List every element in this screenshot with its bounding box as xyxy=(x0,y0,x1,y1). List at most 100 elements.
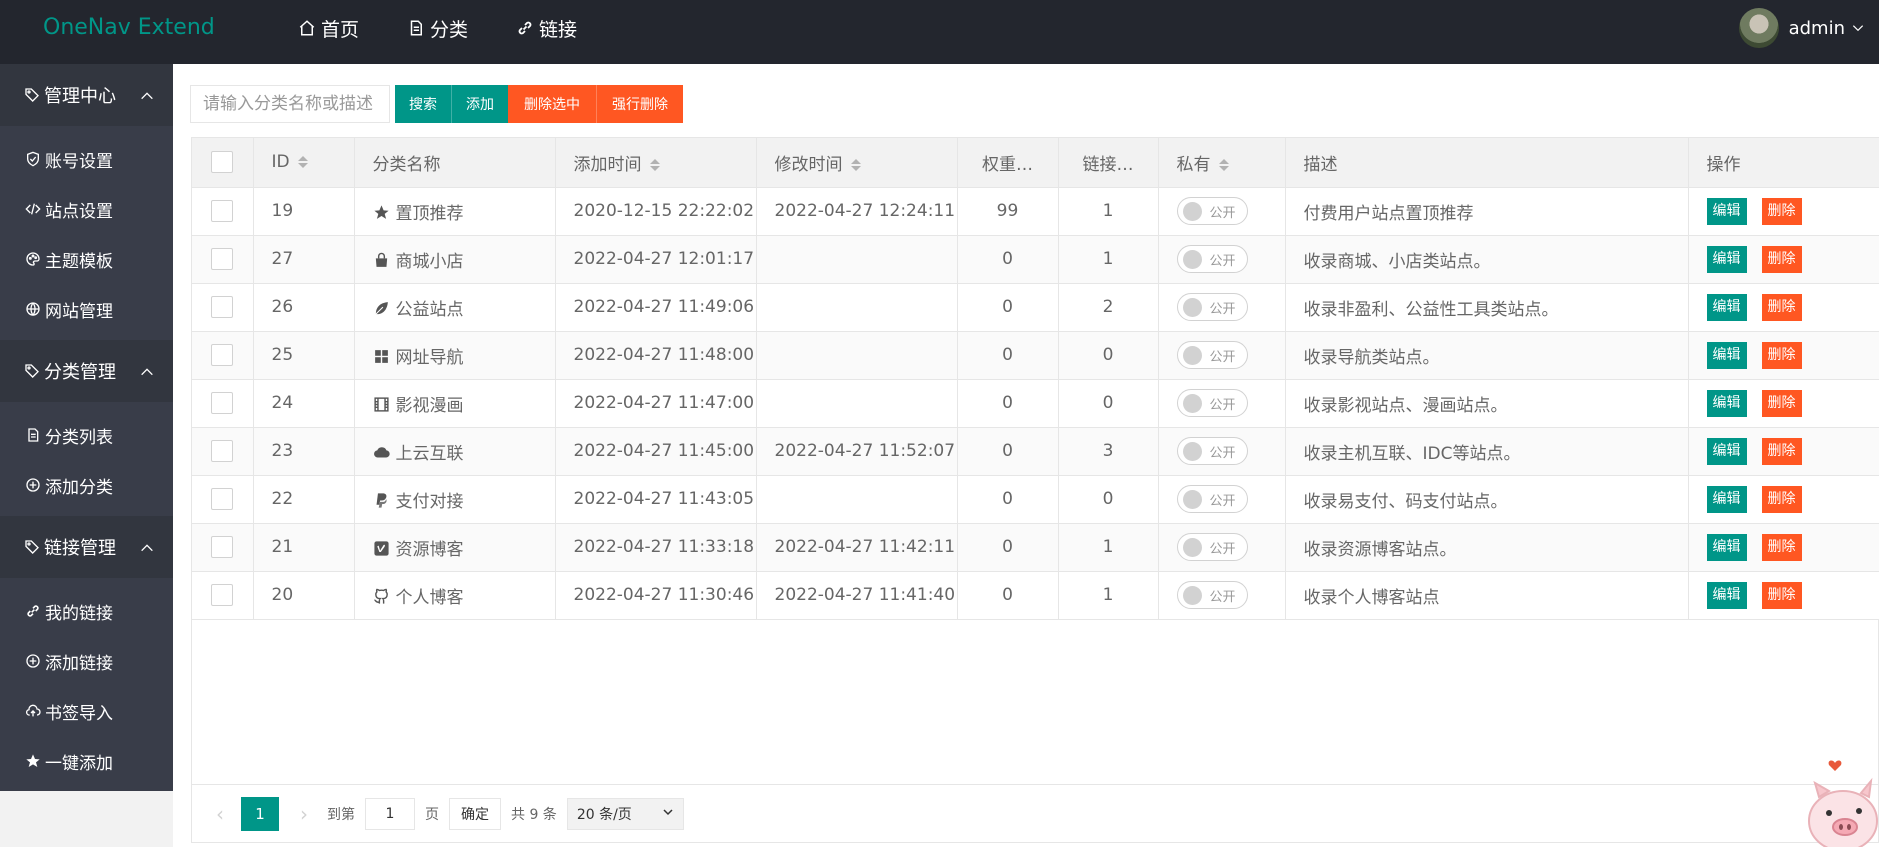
sidebar-group-category: 分类管理 分类列表 添加分类 xyxy=(0,340,173,516)
sidebar-item-site-settings[interactable]: 站点设置 xyxy=(0,184,173,234)
row-checkbox[interactable] xyxy=(211,392,234,414)
delete-button[interactable]: 删除 xyxy=(1761,533,1802,561)
sort-icon[interactable] xyxy=(297,156,308,169)
toolbar: 搜索 添加 删除选中 强行删除 xyxy=(190,85,683,123)
cell-modify-time: 2022-04-27 12:24:11 xyxy=(756,187,958,236)
delete-button[interactable]: 删除 xyxy=(1761,389,1802,417)
force-delete-button[interactable]: 强行删除 xyxy=(596,85,683,123)
header-add-time[interactable]: 添加时间 xyxy=(555,138,757,188)
edit-button[interactable]: 编辑 xyxy=(1706,245,1747,273)
delete-selected-button[interactable]: 删除选中 xyxy=(508,85,596,123)
edit-button[interactable]: 编辑 xyxy=(1706,197,1747,225)
row-checkbox[interactable] xyxy=(211,488,234,510)
sidebar-group-title-links[interactable]: 链接管理 xyxy=(0,516,173,578)
edit-button[interactable]: 编辑 xyxy=(1706,581,1747,609)
sidebar-item-add-link[interactable]: 添加链接 xyxy=(0,636,173,686)
sort-icon[interactable] xyxy=(850,158,861,171)
logo[interactable]: OneNav Extend xyxy=(43,0,215,64)
cell-ops: 编辑 删除 xyxy=(1688,331,1879,380)
delete-button[interactable]: 删除 xyxy=(1761,197,1802,225)
pig-mascot-icon[interactable] xyxy=(1783,751,1879,847)
sidebar-item-category-list[interactable]: 分类列表 xyxy=(0,410,173,460)
private-toggle[interactable]: 公开 xyxy=(1176,245,1248,273)
edit-button[interactable]: 编辑 xyxy=(1706,293,1747,321)
edit-button[interactable]: 编辑 xyxy=(1706,485,1747,513)
private-toggle[interactable]: 公开 xyxy=(1176,485,1248,513)
sidebar-group-label: 分类管理 xyxy=(44,362,116,383)
row-checkbox[interactable] xyxy=(211,584,234,606)
nav-category[interactable]: 分类 xyxy=(407,15,468,42)
sidebar-item-account[interactable]: 账号设置 xyxy=(0,134,173,184)
sidebar-item-quick-add[interactable]: 一键添加 xyxy=(0,736,173,786)
row-checkbox[interactable] xyxy=(211,344,234,366)
sort-icon[interactable] xyxy=(649,158,660,171)
sidebar-group-title-category[interactable]: 分类管理 xyxy=(0,340,173,402)
header-private[interactable]: 私有 xyxy=(1158,138,1286,188)
search-button[interactable]: 搜索 xyxy=(395,85,451,123)
nav-home[interactable]: 首页 xyxy=(298,15,359,42)
nav-links[interactable]: 链接 xyxy=(516,15,577,42)
add-button[interactable]: 添加 xyxy=(451,85,508,123)
next-page-icon[interactable]: › xyxy=(291,802,317,826)
edit-button[interactable]: 编辑 xyxy=(1706,533,1747,561)
delete-button[interactable]: 删除 xyxy=(1761,581,1802,609)
tag-icon xyxy=(24,539,40,555)
sidebar-item-my-links[interactable]: 我的链接 xyxy=(0,586,173,636)
page-input[interactable] xyxy=(365,798,415,830)
delete-button[interactable]: 删除 xyxy=(1761,245,1802,273)
toggle-label: 公开 xyxy=(1209,205,1236,221)
private-toggle[interactable]: 公开 xyxy=(1176,581,1248,609)
user-menu[interactable]: admin xyxy=(1738,8,1865,48)
toggle-knob xyxy=(1182,489,1202,509)
delete-button[interactable]: 删除 xyxy=(1761,485,1802,513)
table-row: 27 商城小店 2022-04-27 12:01:17 0 1 公开 收录商城、小店类站点。… xyxy=(192,235,1879,284)
private-toggle[interactable]: 公开 xyxy=(1176,389,1248,417)
sort-icon[interactable] xyxy=(1218,158,1229,171)
sidebar: 管理中心 账号设置 站点设置 主题模板 网站管理 分类管理 分类列表 添加分类 … xyxy=(0,64,173,791)
header-id[interactable]: ID xyxy=(253,138,355,188)
toggle-knob xyxy=(1182,585,1202,605)
row-checkbox[interactable] xyxy=(211,296,234,318)
cell-private: 公开 xyxy=(1158,427,1286,476)
delete-button[interactable]: 删除 xyxy=(1761,341,1802,369)
sidebar-item-label: 网站管理 xyxy=(45,301,113,322)
confirm-button[interactable]: 确定 xyxy=(449,798,501,830)
sidebar-group-title-admin[interactable]: 管理中心 xyxy=(0,64,173,126)
row-checkbox[interactable] xyxy=(211,248,234,270)
cell-private: 公开 xyxy=(1158,187,1286,236)
vimeo-icon xyxy=(373,540,390,557)
row-checkbox[interactable] xyxy=(211,440,234,462)
private-toggle[interactable]: 公开 xyxy=(1176,437,1248,465)
cell-ops: 编辑 删除 xyxy=(1688,427,1879,476)
row-checkbox[interactable] xyxy=(211,200,234,222)
cell-links: 1 xyxy=(1058,187,1159,236)
cell-modify-time xyxy=(756,283,958,332)
sidebar-item-add-category[interactable]: 添加分类 xyxy=(0,460,173,510)
header-modify-time[interactable]: 修改时间 xyxy=(756,138,958,188)
page-size-select[interactable]: 20 条/页 xyxy=(566,798,684,830)
chevron-down-icon xyxy=(662,806,674,822)
row-checkbox[interactable] xyxy=(211,536,234,558)
toggle-label: 公开 xyxy=(1209,349,1236,365)
cell-name: 商城小店 xyxy=(354,235,556,284)
private-toggle[interactable]: 公开 xyxy=(1176,533,1248,561)
cell-name: 上云互联 xyxy=(354,427,556,476)
private-toggle[interactable]: 公开 xyxy=(1176,293,1248,321)
select-all-checkbox[interactable] xyxy=(211,151,234,174)
edit-button[interactable]: 编辑 xyxy=(1706,437,1747,465)
edit-button[interactable]: 编辑 xyxy=(1706,341,1747,369)
sidebar-item-label: 分类列表 xyxy=(45,427,113,448)
search-input[interactable] xyxy=(190,85,390,123)
cell-name: 支付对接 xyxy=(354,475,556,524)
sidebar-item-theme[interactable]: 主题模板 xyxy=(0,234,173,284)
cell-desc: 收录资源博客站点。 xyxy=(1285,523,1689,572)
delete-button[interactable]: 删除 xyxy=(1761,293,1802,321)
delete-button[interactable]: 删除 xyxy=(1761,437,1802,465)
sidebar-item-website[interactable]: 网站管理 xyxy=(0,284,173,334)
private-toggle[interactable]: 公开 xyxy=(1176,341,1248,369)
prev-page-icon[interactable]: ‹ xyxy=(207,802,233,826)
private-toggle[interactable]: 公开 xyxy=(1176,197,1248,225)
edit-button[interactable]: 编辑 xyxy=(1706,389,1747,417)
current-page[interactable]: 1 xyxy=(241,797,279,831)
sidebar-item-bookmark-import[interactable]: 书签导入 xyxy=(0,686,173,736)
